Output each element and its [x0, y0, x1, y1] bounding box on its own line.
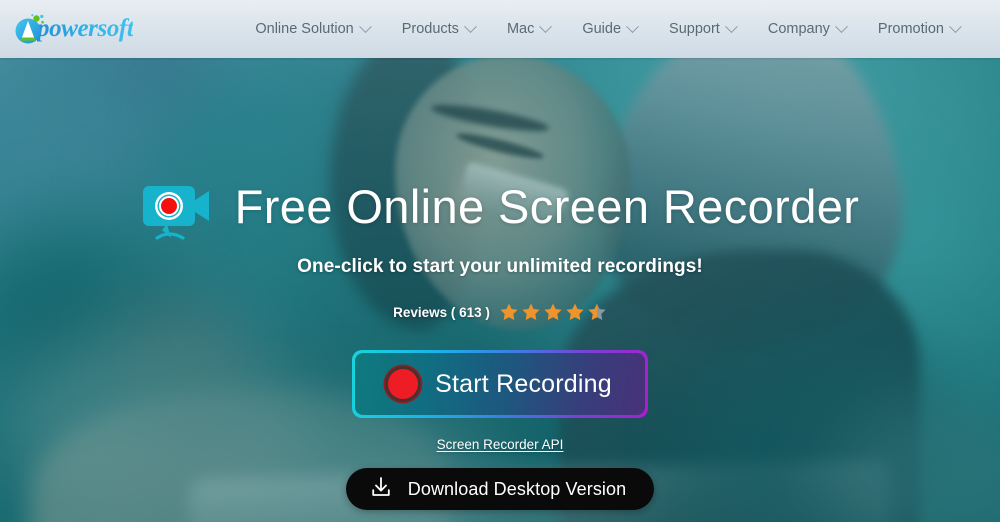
nav-item-company[interactable]: Company [752, 0, 862, 58]
chevron-down-icon [358, 19, 372, 33]
nav-item-label: Mac [506, 21, 535, 37]
apowersoft-a-circle-logo-icon [12, 12, 46, 46]
star-icon-full [499, 302, 519, 322]
nav-item-promotion[interactable]: Promotion [862, 0, 976, 58]
star-icon-full [565, 302, 585, 322]
chevron-down-icon [835, 19, 848, 33]
nav-item-label: Support [669, 21, 720, 37]
nav-item-products[interactable]: Products [386, 0, 491, 58]
download-button-wrapper: Download Desktop Version [0, 468, 1000, 510]
reviews-label: Reviews ( 613 ) [393, 304, 490, 320]
download-icon [370, 476, 392, 503]
nav-item-online-solution[interactable]: Online Solution [239, 0, 385, 58]
start-recording-cta-wrapper: Start Recording [0, 350, 1000, 418]
start-recording-button[interactable]: Start Recording [352, 350, 648, 418]
download-desktop-version-button[interactable]: Download Desktop Version [345, 468, 655, 510]
nav-item-mac[interactable]: Mac [491, 0, 566, 58]
start-recording-button-inner: Start Recording [355, 353, 645, 415]
nav-item-label: Products [401, 21, 459, 37]
download-desktop-version-label: Download Desktop Version [407, 478, 627, 499]
video-camera-record-icon [141, 170, 213, 242]
brand-logo[interactable]: powersoft [12, 12, 134, 46]
nav-item-guide[interactable]: Guide [566, 0, 653, 58]
start-recording-label: Start Recording [435, 369, 612, 398]
star-icon-half [587, 302, 607, 322]
chevron-down-icon [949, 19, 962, 33]
star-icon-full [521, 302, 541, 322]
hero-subheadline: One-click to start your unlimited record… [297, 256, 703, 277]
screen-recorder-api-link[interactable]: Screen Recorder API [437, 437, 564, 452]
reviews-rating[interactable]: Reviews ( 613 ) [0, 302, 1000, 322]
brand-name: powersoft [37, 15, 134, 42]
nav-item-label: Online Solution [255, 21, 354, 37]
hero-title-row: Free Online Screen Recorder [0, 170, 1000, 242]
chevron-down-icon [626, 19, 639, 33]
nav-item-label: Promotion [877, 21, 944, 37]
star-icon-full [543, 302, 563, 322]
hero-headline: Free Online Screen Recorder [234, 179, 860, 233]
nav-item-support[interactable]: Support [653, 0, 752, 58]
nav-menu: Online Solution Products Mac Guide Suppo… [239, 0, 976, 58]
chevron-down-icon [539, 19, 553, 33]
hero-content: Free Online Screen Recorder One-click to… [0, 58, 1000, 522]
api-link-wrapper: Screen Recorder API [0, 436, 1000, 454]
chevron-down-icon [724, 19, 738, 33]
nav-item-label: Guide [582, 21, 622, 37]
chevron-down-icon [464, 19, 477, 33]
nav-item-label: Company [767, 21, 830, 37]
star-rating [499, 302, 607, 322]
record-circle-icon [388, 369, 419, 399]
top-navigation-bar: powersoft Online Solution Products Mac G… [0, 0, 1000, 58]
